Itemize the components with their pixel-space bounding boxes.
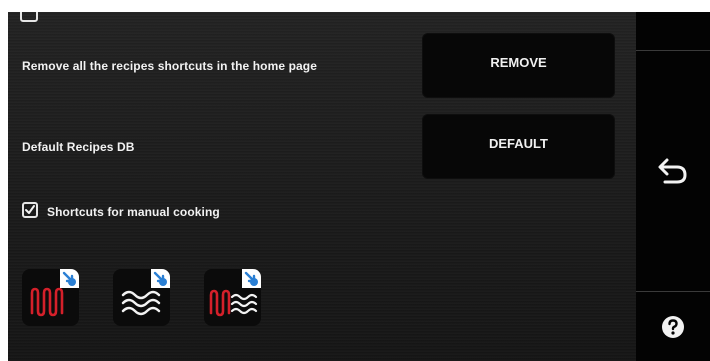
help-icon: [662, 315, 684, 338]
remove-button[interactable]: REMOVE: [422, 33, 615, 98]
settings-panel: Remove all the recipes shortcuts in the …: [8, 12, 636, 361]
checkmark-icon: [25, 205, 35, 214]
back-button[interactable]: [636, 51, 710, 291]
manual-shortcuts-checkbox[interactable]: [22, 202, 38, 218]
settings-screen: Remove all the recipes shortcuts in the …: [8, 12, 710, 361]
steam-shortcut[interactable]: [113, 269, 170, 326]
manual-shortcuts-label: Shortcuts for manual cooking: [47, 205, 220, 219]
steam-shortcut-icon: [121, 269, 170, 316]
grill-heat-shortcut[interactable]: [22, 269, 79, 326]
default-button[interactable]: DEFAULT: [422, 114, 615, 179]
combi-heat-steam-shortcut[interactable]: [204, 269, 261, 326]
combi-heat-steam-shortcut-icon: [209, 269, 261, 317]
remove-shortcuts-label: Remove all the recipes shortcuts in the …: [22, 59, 317, 73]
back-arrow-icon: [658, 158, 687, 184]
default-button-label: DEFAULT: [489, 136, 548, 151]
grill-heat-shortcut-icon: [30, 269, 79, 317]
help-button[interactable]: [636, 292, 710, 361]
remove-button-label: REMOVE: [490, 55, 547, 70]
right-sidebar: [636, 12, 710, 361]
partial-checkbox[interactable]: [20, 12, 38, 22]
default-db-label: Default Recipes DB: [22, 140, 135, 154]
